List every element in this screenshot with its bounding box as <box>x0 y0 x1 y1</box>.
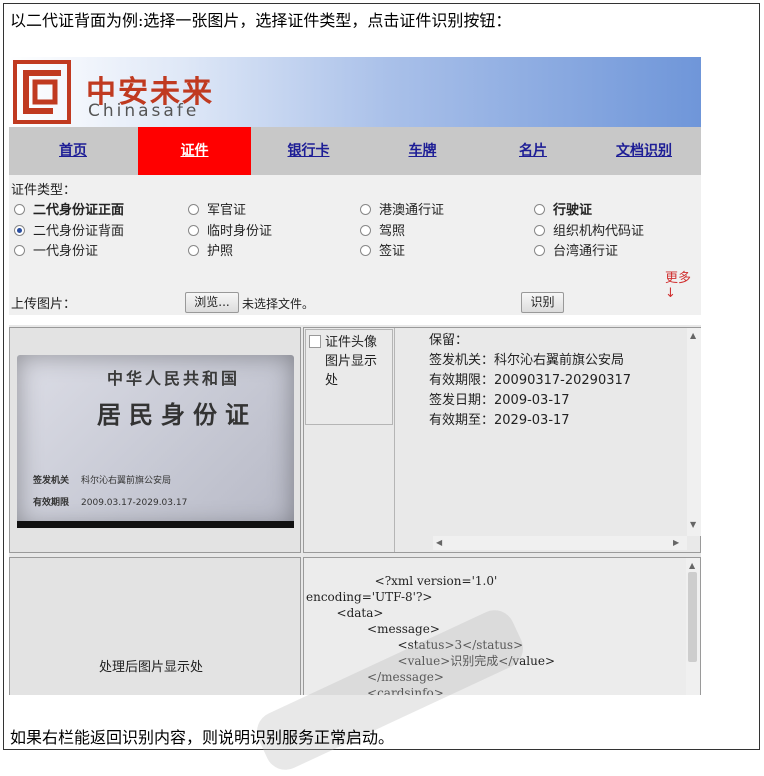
radio-id1[interactable]: 一代身份证 <box>14 240 98 259</box>
recognize-button[interactable]: 识别 <box>521 292 564 313</box>
processed-image-placeholder: 处理后图片显示处 <box>99 660 204 675</box>
vertical-scrollbar[interactable]: ▲ ▼ <box>687 328 701 536</box>
radio-id2-back[interactable]: 二代身份证背面 <box>14 220 124 239</box>
radio-button[interactable] <box>14 245 25 256</box>
browse-button[interactable]: 浏览... <box>185 292 239 313</box>
radio-button[interactable] <box>14 204 25 215</box>
recognition-form: 证件类型： 二代身份证正面 二代身份证背面 一代身份证 军官证 临时身份证 护照… <box>9 175 701 315</box>
main-nav: 首页 证件 银行卡 车牌 名片 文档识别 <box>9 127 701 175</box>
scan-edge <box>17 521 294 528</box>
nav-home[interactable]: 首页 <box>9 127 137 175</box>
scroll-thumb[interactable] <box>688 572 697 662</box>
upload-label: 上传图片： <box>11 297 77 312</box>
radio-passport[interactable]: 护照 <box>188 240 233 259</box>
scroll-right-icon[interactable]: ▶ <box>673 538 679 547</box>
chinasafe-logo-icon <box>13 60 71 124</box>
radio-button[interactable] <box>188 245 199 256</box>
radio-button[interactable] <box>188 225 199 236</box>
nav-business-card[interactable]: 名片 <box>480 127 586 175</box>
result-grid: 中华人民共和国 居民身份证 签发机关 科尔沁右翼前旗公安局 有效期限 2009.03… <box>9 325 701 695</box>
more-link[interactable]: 更多↓ <box>665 267 701 301</box>
radio-military-id[interactable]: 军官证 <box>188 199 246 218</box>
radio-hk-macau-permit[interactable]: 港澳通行证 <box>360 199 444 218</box>
radio-button[interactable] <box>188 204 199 215</box>
nav-document-recognition[interactable]: 文档识别 <box>587 127 701 175</box>
radio-visa[interactable]: 签证 <box>360 240 405 259</box>
intro-text: 以二代证背面为例:选择一张图片，选择证件类型，点击证件识别按钮： <box>10 11 512 30</box>
radio-driver-license[interactable]: 驾照 <box>360 220 405 239</box>
nav-license-plate[interactable]: 车牌 <box>366 127 479 175</box>
id-card-title-line1: 中华人民共和国 <box>107 369 241 388</box>
header-banner: 中安未来 Chinasafe <box>9 57 701 127</box>
processed-image-panel: 处理后图片显示处 <box>9 557 301 695</box>
xml-vertical-scrollbar[interactable]: ▲ <box>686 558 700 695</box>
radio-button[interactable] <box>360 245 371 256</box>
original-image-panel: 中华人民共和国 居民身份证 签发机关 科尔沁右翼前旗公安局 有效期限 2009.03… <box>9 327 301 553</box>
nav-bank-card[interactable]: 银行卡 <box>252 127 365 175</box>
cert-type-label: 证件类型： <box>11 183 77 198</box>
radio-temp-id[interactable]: 临时身份证 <box>188 220 272 239</box>
radio-org-code[interactable]: 组织机构代码证 <box>534 220 644 239</box>
radio-vehicle-license[interactable]: 行驶证 <box>534 199 592 218</box>
id-card-authority: 签发机关 科尔沁右翼前旗公安局 <box>33 476 172 486</box>
app-screenshot: 中安未来 Chinasafe 首页 证件 银行卡 车牌 名片 文档识别 证件类型… <box>9 57 701 695</box>
outro-text: 如果右栏能返回识别内容，则说明识别服务正常启动。 <box>10 728 395 747</box>
result-panel: 证件头像图片显示处 保留： 签发机关：科尔沁右翼前旗公安局 有效期限：20090… <box>303 327 701 553</box>
nav-certificate[interactable]: 证件 <box>138 127 251 175</box>
result-lines: 保留： 签发机关：科尔沁右翼前旗公安局 有效期限：20090317-202903… <box>429 333 632 428</box>
radio-taiwan-permit[interactable]: 台湾通行证 <box>534 240 618 259</box>
scroll-up-icon[interactable]: ▲ <box>689 561 695 570</box>
radio-button-checked[interactable] <box>14 225 25 236</box>
brand-name-en: Chinasafe <box>88 101 200 121</box>
scroll-down-icon[interactable]: ▼ <box>690 520 696 529</box>
radio-button[interactable] <box>360 204 371 215</box>
result-text-area[interactable]: 保留： 签发机关：科尔沁右翼前旗公安局 有效期限：20090317-202903… <box>394 328 701 552</box>
radio-id2-front[interactable]: 二代身份证正面 <box>14 199 124 218</box>
id-card-image: 中华人民共和国 居民身份证 签发机关 科尔沁右翼前旗公安局 有效期限 2009.03… <box>17 355 294 528</box>
head-photo-placeholder: 证件头像图片显示处 <box>305 329 393 425</box>
radio-button[interactable] <box>534 204 545 215</box>
id-card-validity: 有效期限 2009.03.17-2029.03.17 <box>33 498 188 508</box>
id-card-title-line2: 居民身份证 <box>97 400 257 429</box>
radio-button[interactable] <box>360 225 371 236</box>
radio-button[interactable] <box>534 225 545 236</box>
broken-image-icon <box>309 335 321 348</box>
scroll-up-icon[interactable]: ▲ <box>690 331 696 340</box>
radio-button[interactable] <box>534 245 545 256</box>
scroll-left-icon[interactable]: ◀ <box>436 538 442 547</box>
horizontal-scrollbar[interactable]: ◀ ▶ <box>433 536 687 550</box>
no-file-text: 未选择文件。 <box>242 297 315 311</box>
